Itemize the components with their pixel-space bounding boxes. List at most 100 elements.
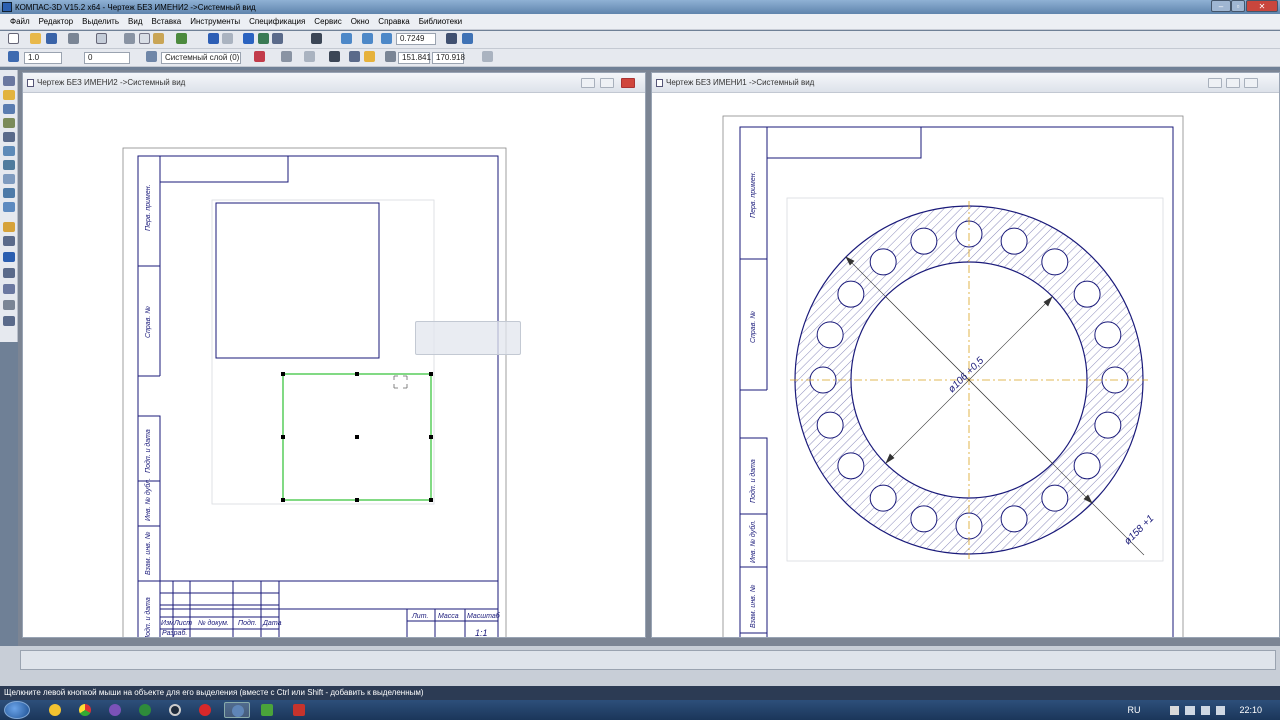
dimension-tool-icon[interactable] — [3, 104, 15, 114]
menu-libraries[interactable]: Библиотеки — [419, 17, 462, 26]
bolt-hole[interactable] — [1041, 484, 1069, 512]
new-file-icon[interactable] — [8, 33, 19, 44]
extra-tools-icon[interactable] — [482, 51, 493, 62]
bolt-hole[interactable] — [816, 411, 844, 439]
properties-icon[interactable] — [176, 33, 187, 44]
menu-service[interactable]: Сервис — [314, 17, 341, 26]
flag-icon[interactable] — [1170, 705, 1180, 715]
taskbar-kompas[interactable] — [224, 702, 250, 718]
clock[interactable]: 22:10 — [1239, 705, 1262, 715]
insert-tool-icon[interactable] — [3, 222, 15, 232]
layer-select[interactable]: Системный слой (0) — [161, 52, 241, 64]
snap-grid-icon[interactable] — [8, 51, 19, 62]
undo-icon[interactable] — [208, 33, 219, 44]
bolt-hole[interactable] — [1041, 248, 1069, 276]
bolt-hole[interactable] — [1000, 505, 1028, 533]
left-drawing-window[interactable]: Чертеж БЕЗ ИМЕНИ2 ->Системный вид Перв. … — [22, 72, 646, 638]
bolt-hole[interactable] — [910, 505, 938, 533]
left-maximize-button[interactable] — [600, 78, 614, 88]
coord-y-field[interactable]: 170.918 — [432, 52, 465, 64]
menu-tools[interactable]: Инструменты — [190, 17, 240, 26]
local-cs-icon[interactable] — [329, 51, 340, 62]
taskbar-opera[interactable] — [192, 702, 218, 718]
step-field[interactable]: 0 — [84, 52, 130, 64]
coord-x-field[interactable]: 151.841 — [398, 52, 431, 64]
bolt-hole[interactable] — [837, 280, 865, 308]
arc-tool-icon[interactable] — [3, 268, 15, 278]
bolt-hole[interactable] — [1094, 411, 1122, 439]
menu-insert[interactable]: Вставка — [152, 17, 182, 26]
menu-select[interactable]: Выделить — [82, 17, 119, 26]
context-mini-toolbar[interactable] — [415, 321, 521, 355]
menu-file[interactable]: Файл — [10, 17, 30, 26]
taskbar-app9[interactable] — [286, 702, 312, 718]
language-indicator[interactable]: RU — [1127, 705, 1140, 715]
cut-icon[interactable] — [124, 33, 135, 44]
taskbar-app5[interactable] — [162, 702, 188, 718]
taskbar-app4[interactable] — [132, 702, 158, 718]
square-shape[interactable] — [215, 202, 380, 359]
print-icon[interactable] — [68, 33, 79, 44]
right-drawing-canvas[interactable]: Перв. примен. Справ. № Подп. и дата Инв.… — [652, 93, 1279, 637]
help-cursor-icon[interactable] — [311, 33, 322, 44]
pan-icon[interactable] — [446, 33, 457, 44]
battery-icon[interactable] — [1216, 705, 1226, 715]
save-icon[interactable] — [46, 33, 57, 44]
preview-icon[interactable] — [96, 33, 107, 44]
redo-icon[interactable] — [222, 33, 233, 44]
zoom-field[interactable]: 0.7249 — [396, 33, 436, 45]
line-tool-icon[interactable] — [3, 236, 15, 246]
outer-diameter-dim[interactable]: ø158 +1 — [1122, 513, 1156, 547]
volume-icon[interactable] — [1201, 705, 1211, 715]
menu-specification[interactable]: Спецификация — [249, 17, 305, 26]
report-tool-icon[interactable] — [3, 202, 15, 212]
refresh-icon[interactable] — [462, 33, 473, 44]
geometry-tool-icon[interactable] — [3, 76, 15, 86]
minimize-button[interactable]: – — [1211, 0, 1231, 12]
bolt-hole[interactable] — [1000, 227, 1028, 255]
circle-tool-icon[interactable] — [3, 252, 15, 262]
left-minimize-button[interactable] — [581, 78, 595, 88]
bolt-hole[interactable] — [869, 484, 897, 512]
left-drawing-canvas[interactable]: Перв. примен. Справ. № Подп. и дата Инв.… — [23, 93, 645, 637]
menu-window[interactable]: Окно — [351, 17, 370, 26]
open-file-icon[interactable] — [30, 33, 41, 44]
line-scale-field[interactable]: 1.0 — [24, 52, 62, 64]
variables-icon[interactable] — [272, 33, 283, 44]
bolt-hole[interactable] — [869, 248, 897, 276]
left-close-button[interactable] — [621, 78, 635, 88]
close-button[interactable]: ✕ — [1246, 0, 1278, 12]
poly-tool-icon[interactable] — [3, 284, 15, 294]
param-tool-icon[interactable] — [3, 146, 15, 156]
copy-icon[interactable] — [139, 33, 150, 44]
edit-tool-icon[interactable] — [3, 132, 15, 142]
bolt-hole[interactable] — [816, 321, 844, 349]
right-maximize-button[interactable] — [1226, 78, 1240, 88]
taskbar-chrome[interactable] — [72, 702, 98, 718]
start-button[interactable] — [4, 701, 30, 719]
taskbar-app8[interactable] — [254, 702, 280, 718]
select-area-icon[interactable] — [3, 174, 15, 184]
style-icon[interactable] — [254, 51, 265, 62]
zoom-window-icon[interactable] — [341, 33, 352, 44]
restore-button[interactable]: ▫ — [1231, 0, 1245, 12]
taskbar-ccleaner[interactable] — [42, 702, 68, 718]
taskbar-viber[interactable] — [102, 702, 128, 718]
network-icon[interactable] — [1185, 705, 1196, 715]
bolt-hole[interactable] — [837, 452, 865, 480]
select-tool-icon[interactable] — [3, 90, 15, 100]
right-close-button[interactable] — [1244, 78, 1258, 88]
right-drawing-window[interactable]: Чертеж БЕЗ ИМЕНИ1 ->Системный вид Перв. … — [651, 72, 1280, 638]
ortho-icon[interactable] — [281, 51, 292, 62]
bolt-hole[interactable] — [1073, 452, 1101, 480]
manager-icon[interactable] — [243, 33, 254, 44]
hatch-tool-icon[interactable] — [3, 300, 15, 310]
snap-icon[interactable] — [349, 51, 360, 62]
menu-help[interactable]: Справка — [378, 17, 409, 26]
zoom-in-icon[interactable] — [362, 33, 373, 44]
notation-tool-icon[interactable] — [3, 118, 15, 128]
snap-active-icon[interactable] — [364, 51, 375, 62]
bolt-hole[interactable] — [1094, 321, 1122, 349]
menu-view[interactable]: Вид — [128, 17, 142, 26]
table-tool-icon[interactable] — [3, 316, 15, 326]
